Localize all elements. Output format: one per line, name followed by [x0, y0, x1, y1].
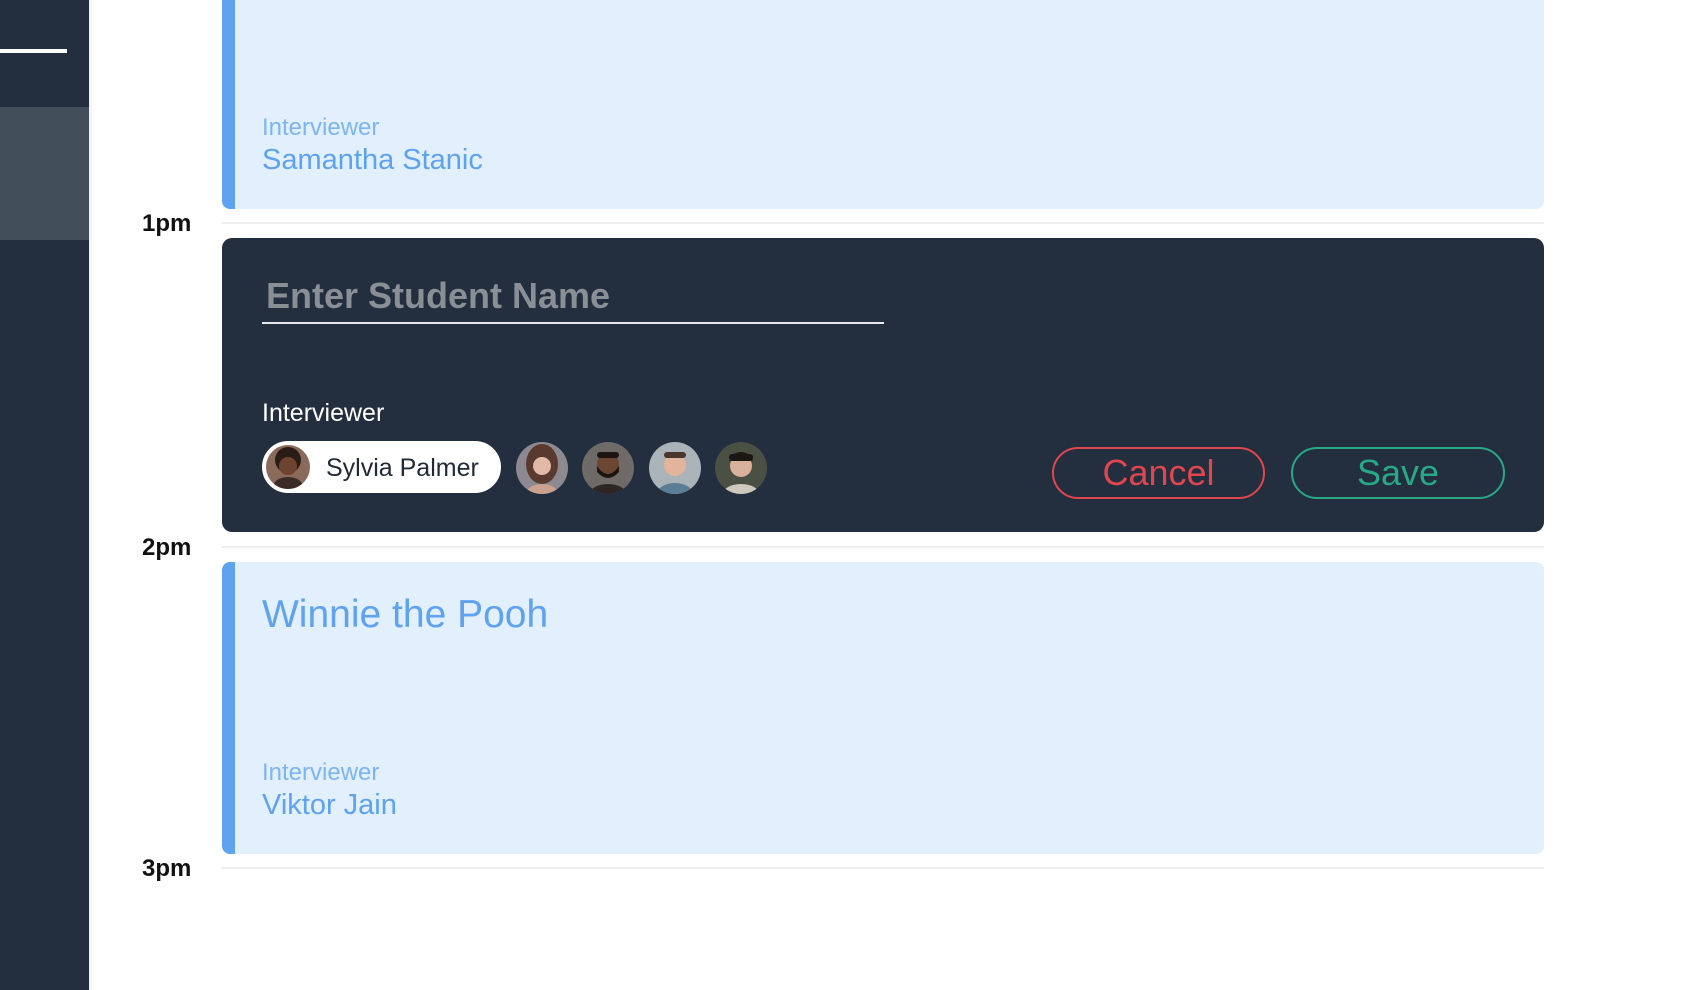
interviewer-label: Interviewer: [262, 114, 380, 141]
interviewer-label: Interviewer: [262, 399, 385, 427]
hour-line-1pm: [221, 222, 1544, 224]
interviewer-name: Viktor Jain: [262, 789, 397, 821]
sidebar-shadow: [89, 0, 95, 990]
interviewer-avatar-option[interactable]: [582, 442, 634, 494]
interview-card-samantha[interactable]: Interviewer Samantha Stanic: [222, 0, 1544, 209]
sidebar-divider: [0, 49, 67, 53]
new-interview-editor: Interviewer Sylvia Palmer: [222, 238, 1544, 532]
time-label-1pm: 1pm: [142, 210, 192, 237]
interviewer-label: Interviewer: [262, 759, 380, 786]
save-button[interactable]: Save: [1291, 447, 1505, 499]
selected-interviewer-chip[interactable]: Sylvia Palmer: [262, 441, 501, 493]
interviewer-avatar-option[interactable]: [516, 442, 568, 494]
interview-card-winnie[interactable]: Winnie the Pooh Interviewer Viktor Jain: [222, 562, 1544, 854]
avatar-sylvia-palmer: [266, 445, 310, 489]
hour-line-2pm: [221, 546, 1544, 548]
sidebar: [0, 0, 89, 990]
interviewer-avatar-option[interactable]: [649, 442, 701, 494]
interviewer-name: Samantha Stanic: [262, 144, 483, 176]
hour-line-3pm: [221, 867, 1544, 869]
student-name-input[interactable]: [262, 274, 884, 324]
selected-interviewer-name: Sylvia Palmer: [326, 454, 479, 482]
sidebar-active-item[interactable]: [0, 107, 89, 240]
time-label-3pm: 3pm: [142, 855, 192, 882]
cancel-button[interactable]: Cancel: [1052, 447, 1265, 499]
time-label-2pm: 2pm: [142, 534, 192, 561]
interviewer-avatar-option[interactable]: [715, 442, 767, 494]
student-name: Winnie the Pooh: [262, 593, 549, 636]
